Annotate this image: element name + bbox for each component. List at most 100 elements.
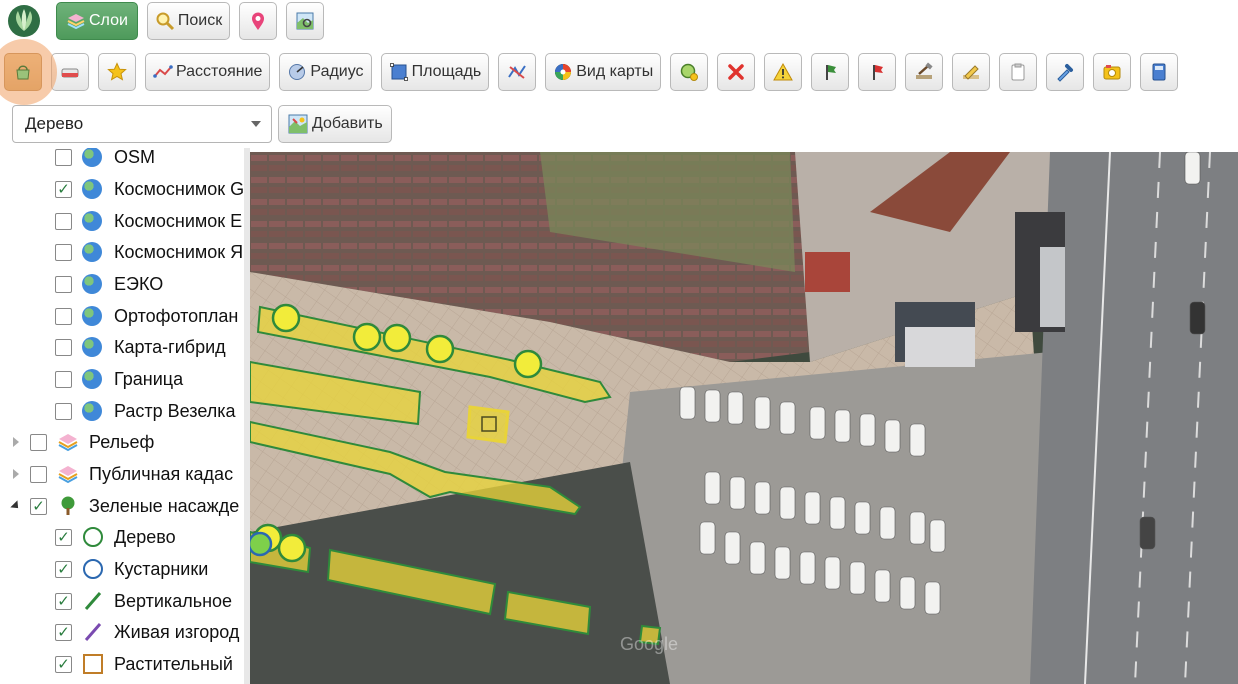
map-view-button[interactable]: Вид карты (545, 53, 662, 91)
layer-tree[interactable]: Дерево (55, 522, 176, 552)
satellite-map[interactable]: Google (250, 152, 1238, 684)
layer-checkbox[interactable] (55, 307, 72, 325)
color-wheel-icon (553, 62, 573, 82)
search-label: Поиск (177, 12, 223, 29)
layer-checkbox[interactable] (55, 560, 72, 578)
layer-group-relief[interactable]: Рельеф (10, 427, 154, 457)
calculator-icon (1149, 62, 1169, 82)
globe-icon (82, 274, 102, 294)
layer-label: Ортофотоплан (114, 305, 239, 326)
globe-icon (82, 337, 102, 357)
radius-icon (287, 62, 307, 82)
layer-label: Вертикальное (114, 590, 233, 611)
layer-checkbox[interactable] (55, 243, 72, 261)
add-object-button[interactable] (670, 53, 709, 91)
main-toolbar: Слои Поиск (4, 0, 333, 42)
layer-label: Космоснимок G (114, 178, 245, 199)
layer-checkbox[interactable] (55, 275, 72, 293)
distance-button[interactable]: Расстояние (145, 53, 271, 91)
line-green-icon (82, 590, 104, 612)
expand-icon[interactable] (10, 436, 22, 448)
layer-osm[interactable]: OSM (55, 148, 155, 172)
layer-raster-vezelka[interactable]: Растр Везелка (55, 396, 236, 426)
layer-eeko[interactable]: ЕЭКО (55, 269, 163, 299)
layer-checkbox[interactable] (55, 338, 72, 356)
map-view[interactable]: Google (250, 152, 1238, 684)
warning-button[interactable] (764, 53, 803, 91)
star-icon (107, 62, 127, 82)
flag-green-icon (820, 62, 840, 82)
flag-red-button[interactable] (858, 53, 897, 91)
layer-checkbox[interactable] (55, 212, 72, 230)
layer-checkbox[interactable] (55, 370, 72, 388)
layer-border[interactable]: Граница (55, 364, 183, 394)
favorites-button[interactable] (98, 53, 136, 91)
layer-label: ЕЭКО (114, 273, 164, 294)
bucket-icon (13, 62, 33, 82)
calculator-button[interactable] (1140, 53, 1179, 91)
square-brown-icon (82, 653, 104, 675)
layer-vegetation[interactable]: Растительный (55, 649, 233, 679)
collapse-icon[interactable] (10, 500, 22, 512)
layer-vertical[interactable]: Вертикальное (55, 586, 232, 616)
delete-button[interactable] (717, 53, 756, 91)
layer-kosmosnimok-g[interactable]: Космоснимок G (55, 174, 244, 204)
layer-hedge[interactable]: Живая изгород (55, 617, 239, 647)
globe-icon (82, 306, 102, 326)
picker-button[interactable] (1046, 53, 1085, 91)
layer-label: Публичная кадас (89, 463, 234, 484)
layer-checkbox[interactable] (55, 402, 72, 420)
location-pin-button[interactable] (239, 2, 278, 40)
radius-button[interactable]: Радиус (279, 53, 372, 91)
screenshot-button[interactable] (1093, 53, 1132, 91)
layer-group-green[interactable]: Зеленые насажде (10, 491, 239, 521)
search-button[interactable]: Поиск (146, 2, 231, 40)
layer-checkbox[interactable] (55, 623, 72, 641)
camera-icon (1102, 62, 1122, 82)
layer-checkbox[interactable] (30, 465, 47, 483)
globe-icon (82, 179, 102, 199)
edit-layer-button[interactable] (0, 39, 57, 105)
pencil-icon (961, 62, 981, 82)
tools-toolbar: Расстояние Радиус Площадь Вид карты (0, 39, 1187, 105)
flag-green-button[interactable] (811, 53, 850, 91)
globe-icon (82, 148, 102, 167)
map-search-button[interactable] (286, 2, 325, 40)
layer-label: Рельеф (89, 431, 155, 452)
radius-label: Радиус (310, 63, 364, 80)
globe-icon (82, 401, 102, 421)
distance-label: Расстояние (176, 63, 263, 80)
layer-shrubs[interactable]: Кустарники (55, 554, 208, 584)
globe-icon (82, 211, 102, 231)
layer-label: Граница (114, 368, 184, 389)
location-pin-icon (248, 11, 268, 31)
area-button[interactable]: Площадь (380, 53, 490, 91)
layer-orthophoto[interactable]: Ортофотоплан (55, 301, 238, 331)
distance-icon (153, 62, 173, 82)
layer-checkbox[interactable] (55, 592, 72, 610)
layer-kosmosnimok-e[interactable]: Космоснимок E (55, 206, 242, 236)
object-type-select[interactable]: Дерево (12, 105, 272, 143)
tool-draw-button[interactable] (952, 53, 991, 91)
layer-hybrid[interactable]: Карта-гибрид (55, 332, 226, 362)
hammer-icon (914, 62, 934, 82)
intersect-button[interactable] (498, 53, 537, 91)
globe-icon (82, 369, 102, 389)
layer-checkbox[interactable] (55, 180, 72, 198)
warning-icon (773, 62, 794, 82)
layer-checkbox[interactable] (55, 528, 72, 546)
area-icon (389, 62, 409, 82)
add-button[interactable]: Добавить (278, 105, 392, 143)
layer-group-cadastre[interactable]: Публичная кадас (10, 459, 233, 489)
map-attribution: Google (620, 634, 678, 654)
expand-icon[interactable] (10, 468, 22, 480)
layer-checkbox[interactable] (30, 497, 47, 515)
layers-button[interactable]: Слои (56, 2, 138, 40)
layers-label: Слои (89, 12, 128, 29)
clipboard-button[interactable] (999, 53, 1038, 91)
layer-checkbox[interactable] (30, 433, 47, 451)
tool-edit-button[interactable] (905, 53, 944, 91)
layer-checkbox[interactable] (55, 655, 72, 673)
layer-checkbox[interactable] (55, 148, 72, 166)
layer-kosmosnimok-ya[interactable]: Космоснимок Я (55, 237, 243, 267)
